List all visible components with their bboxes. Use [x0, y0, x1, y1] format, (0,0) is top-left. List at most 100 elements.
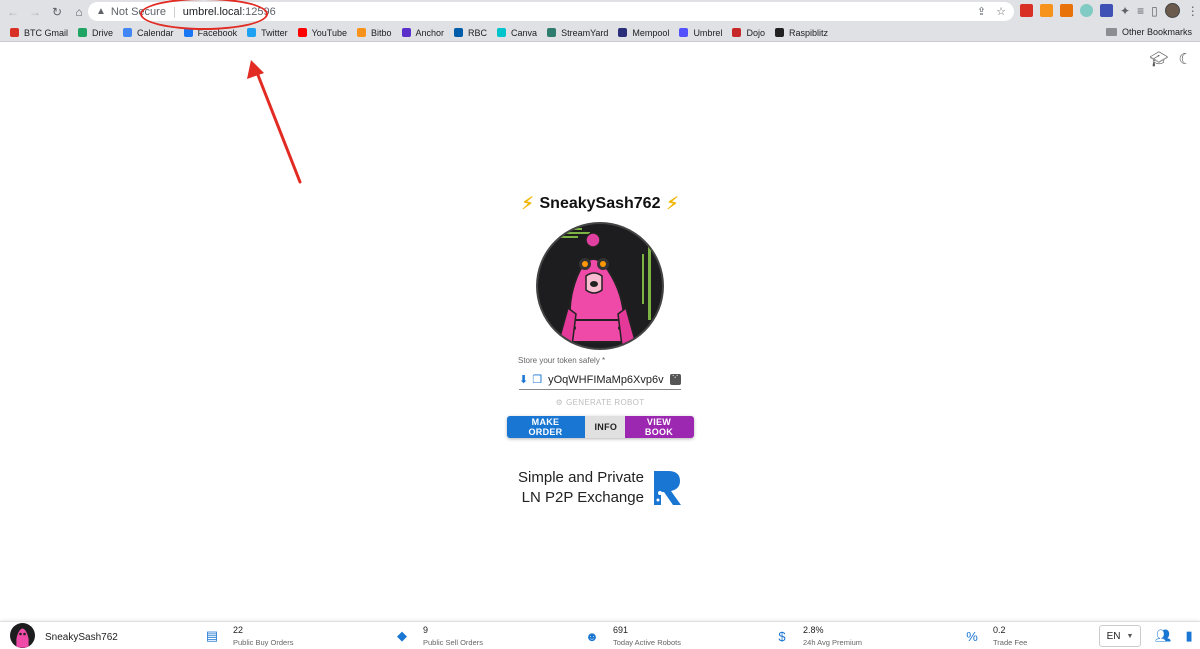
stat-active-robots[interactable]: ☻ 691 Today Active Robots: [585, 625, 681, 647]
bookmark-label: YouTube: [311, 27, 347, 38]
favicon-icon: [497, 28, 507, 37]
bookmark-item[interactable]: StreamYard: [547, 28, 608, 38]
sell-orders-value: 9: [423, 625, 429, 635]
active-robots-value: 691: [613, 625, 629, 635]
back-icon[interactable]: ←: [4, 3, 22, 21]
bookmark-label: Dojo: [746, 27, 765, 38]
token-field: Store your token safely * ⬇ ❐ yOqWHFIMaM…: [518, 356, 681, 390]
favicon-icon: [247, 28, 257, 37]
stat-buy-orders[interactable]: ▤ 22 Public Buy Orders: [205, 625, 294, 647]
favicon-icon: [356, 28, 366, 37]
lightning-icon: ⚡︎: [521, 194, 534, 213]
favicon-icon: [183, 28, 193, 37]
bookmark-label: Twitter: [261, 27, 288, 38]
bookmarks-list: BTC Gmail Drive Calendar Facebook Twitter You…: [0, 28, 828, 38]
favicon-icon: [123, 28, 133, 37]
bookmark-item[interactable]: BTC Gmail: [10, 28, 68, 38]
dice-icon[interactable]: [670, 371, 681, 385]
buy-orders-value: 22: [233, 625, 244, 635]
robosats-logo: [653, 471, 681, 505]
bookmark-item[interactable]: Dojo: [732, 28, 765, 38]
lightning-icon: ⚡︎: [666, 194, 679, 213]
generate-robot-button[interactable]: ⚙ GENERATE ROBOT: [556, 398, 645, 407]
tagline-text: Simple and Private LN P2P Exchange: [518, 468, 644, 508]
bookmark-label: Drive: [92, 27, 114, 38]
sidepanel-icon[interactable]: ▯: [1151, 4, 1158, 18]
url-separator: |: [172, 5, 176, 18]
bookmark-label: Facebook: [197, 27, 238, 38]
profile-avatar[interactable]: [1164, 3, 1180, 18]
sell-orders-label: Public Sell Orders: [423, 638, 484, 647]
bookmark-item[interactable]: Umbrel: [679, 28, 722, 38]
language-select[interactable]: EN ▼: [1099, 625, 1141, 647]
view-book-button[interactable]: VIEW BOOK: [624, 416, 694, 438]
share-icon[interactable]: ⇪: [977, 5, 986, 18]
dark-mode-moon-icon[interactable]: ☾: [1179, 50, 1192, 68]
bookmark-item[interactable]: Bitbo: [356, 27, 392, 38]
robot-avatar: [536, 222, 664, 350]
bookmark-star-icon[interactable]: ☆: [996, 5, 1006, 18]
bookmark-item[interactable]: Canva: [497, 28, 537, 38]
extensions-area: ✦ ≡ ▯ ⋮: [1020, 3, 1199, 18]
extension-icon[interactable]: [1060, 4, 1073, 17]
bookmark-label: Raspiblitz: [788, 27, 828, 38]
extension-icon[interactable]: [1100, 4, 1113, 17]
bookmark-item[interactable]: Mempool: [618, 28, 669, 38]
other-bookmarks[interactable]: Other Bookmarks: [1105, 27, 1192, 37]
bookmark-item[interactable]: Facebook: [183, 27, 238, 38]
bookmark-item[interactable]: Twitter: [247, 28, 288, 38]
active-robots-label: Today Active Robots: [613, 638, 681, 647]
tagline: Simple and Private LN P2P Exchange: [518, 468, 682, 508]
favicon-icon: [10, 28, 19, 37]
bookmark-label: Mempool: [632, 27, 670, 38]
bookmark-item[interactable]: YouTube: [297, 27, 347, 38]
reading-list-icon[interactable]: ≡: [1137, 4, 1144, 18]
menu-kebab-icon[interactable]: ⋮: [1187, 4, 1199, 18]
copy-icon[interactable]: ❐: [532, 373, 542, 386]
bookmark-label: Bitbo: [370, 27, 392, 38]
puzzle-icon[interactable]: ✦: [1120, 4, 1130, 18]
favicon-icon: [454, 28, 464, 37]
stats-bar-chart-icon[interactable]: ▮: [1186, 628, 1193, 644]
chevron-down-icon: ▼: [1126, 632, 1134, 640]
extension-icon[interactable]: [1040, 4, 1053, 17]
bottom-stats-bar: SneakySash762 ▤ 22 Public Buy Orders ◆ 9 P…: [0, 621, 1200, 649]
make-order-button[interactable]: MAKE ORDER: [506, 416, 585, 438]
sell-tag-icon: ◆: [397, 628, 407, 643]
token-input[interactable]: ⬇ ❐ yOqWHFIMaMp6Xvp6v: [519, 370, 681, 390]
url-host: umbrel.local: [182, 5, 243, 18]
stat-sell-orders[interactable]: ◆ 9 Public Sell Orders: [395, 625, 483, 647]
info-button[interactable]: INFO: [584, 416, 625, 438]
bottom-right-actions: 👥︎ ▮: [1155, 628, 1193, 644]
tagline-line1: Simple and Private: [518, 469, 644, 486]
forward-icon[interactable]: →: [26, 3, 44, 21]
bookmark-label: Canva: [511, 27, 538, 38]
reload-icon[interactable]: ↻: [48, 3, 66, 21]
download-icon[interactable]: ⬇: [519, 373, 528, 386]
extension-icon[interactable]: [1020, 4, 1033, 17]
stat-trade-fee[interactable]: % 0.2 Trade Fee: [965, 625, 1027, 647]
extension-icon[interactable]: [1080, 4, 1093, 17]
community-people-icon[interactable]: 👥︎: [1155, 628, 1172, 644]
graduation-cap-icon[interactable]: 🎓︎: [1150, 50, 1169, 68]
robot-nickname: SneakySash762: [539, 195, 661, 212]
percent-icon: %: [966, 628, 978, 644]
bottom-nickname[interactable]: SneakySash762: [45, 632, 118, 643]
bottom-robot-avatar[interactable]: [10, 623, 35, 648]
favicon-icon: [401, 28, 411, 37]
bookmark-item[interactable]: Drive: [78, 28, 113, 38]
main-actions: MAKE ORDER INFO VIEW BOOK: [506, 416, 694, 438]
stat-avg-premium[interactable]: $ 2.8% 24h Avg Premium: [775, 625, 862, 647]
address-bar[interactable]: ▲ Not Secure | umbrel.local:12596 ⇪ ☆: [88, 2, 1014, 21]
bookmark-label: BTC Gmail: [24, 27, 69, 38]
token-value[interactable]: yOqWHFIMaMp6Xvp6v: [548, 374, 666, 386]
buy-orders-label: Public Buy Orders: [233, 638, 294, 647]
bookmark-item[interactable]: Calendar: [123, 28, 174, 38]
token-label: Store your token safely *: [518, 356, 606, 365]
home-icon[interactable]: ⌂: [70, 3, 88, 21]
bookmark-item[interactable]: RBC: [454, 28, 487, 38]
favicon-icon: [732, 28, 742, 37]
favicon-icon: [78, 28, 88, 37]
bookmark-item[interactable]: Raspiblitz: [774, 27, 828, 38]
bookmark-item[interactable]: Anchor: [401, 28, 444, 38]
